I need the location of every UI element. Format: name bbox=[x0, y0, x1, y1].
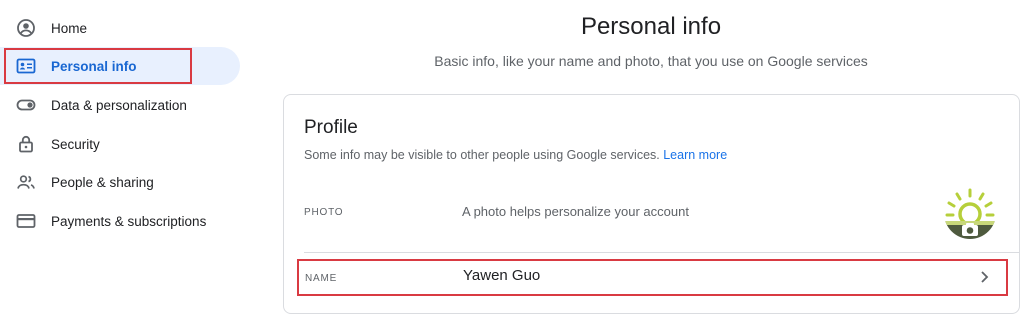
sidebar: Home Personal info Data & personalizatio… bbox=[0, 0, 250, 304]
card-description-text: Some info may be visible to other people… bbox=[304, 148, 660, 162]
people-icon bbox=[16, 172, 36, 192]
toggle-icon bbox=[16, 95, 36, 115]
credit-card-icon bbox=[16, 211, 36, 231]
sidebar-item-people-sharing[interactable]: People & sharing bbox=[0, 163, 240, 201]
page-subtitle: Basic info, like your name and photo, th… bbox=[434, 53, 868, 69]
card-description: Some info may be visible to other people… bbox=[304, 148, 727, 162]
sidebar-item-label: People & sharing bbox=[51, 174, 154, 190]
photo-hint: A photo helps personalize your account bbox=[462, 204, 689, 219]
learn-more-link[interactable]: Learn more bbox=[663, 148, 727, 162]
id-card-icon bbox=[16, 56, 36, 76]
name-row[interactable]: NAME Yawen Guo bbox=[297, 259, 1008, 296]
sidebar-item-label: Security bbox=[51, 136, 100, 152]
sidebar-item-data-personalization[interactable]: Data & personalization bbox=[0, 86, 240, 124]
sidebar-item-label: Data & personalization bbox=[51, 97, 187, 113]
sidebar-item-label: Payments & subscriptions bbox=[51, 213, 207, 229]
profile-avatar[interactable] bbox=[944, 187, 996, 239]
sidebar-item-payments-subscriptions[interactable]: Payments & subscriptions bbox=[0, 202, 240, 240]
lock-icon bbox=[16, 134, 36, 154]
sidebar-item-label: Personal info bbox=[51, 58, 137, 74]
name-value: Yawen Guo bbox=[463, 267, 541, 284]
sidebar-item-home[interactable]: Home bbox=[0, 9, 240, 47]
card-title: Profile bbox=[304, 117, 358, 138]
row-divider bbox=[304, 252, 1019, 253]
name-label: NAME bbox=[305, 273, 338, 284]
sidebar-item-security[interactable]: Security bbox=[0, 125, 240, 163]
sidebar-item-personal-info[interactable]: Personal info bbox=[0, 47, 240, 85]
photo-label: PHOTO bbox=[304, 207, 344, 218]
chevron-right-icon bbox=[976, 269, 992, 285]
account-circle-icon bbox=[16, 18, 36, 38]
sidebar-item-label: Home bbox=[51, 20, 88, 36]
page-title: Personal info bbox=[580, 13, 722, 40]
